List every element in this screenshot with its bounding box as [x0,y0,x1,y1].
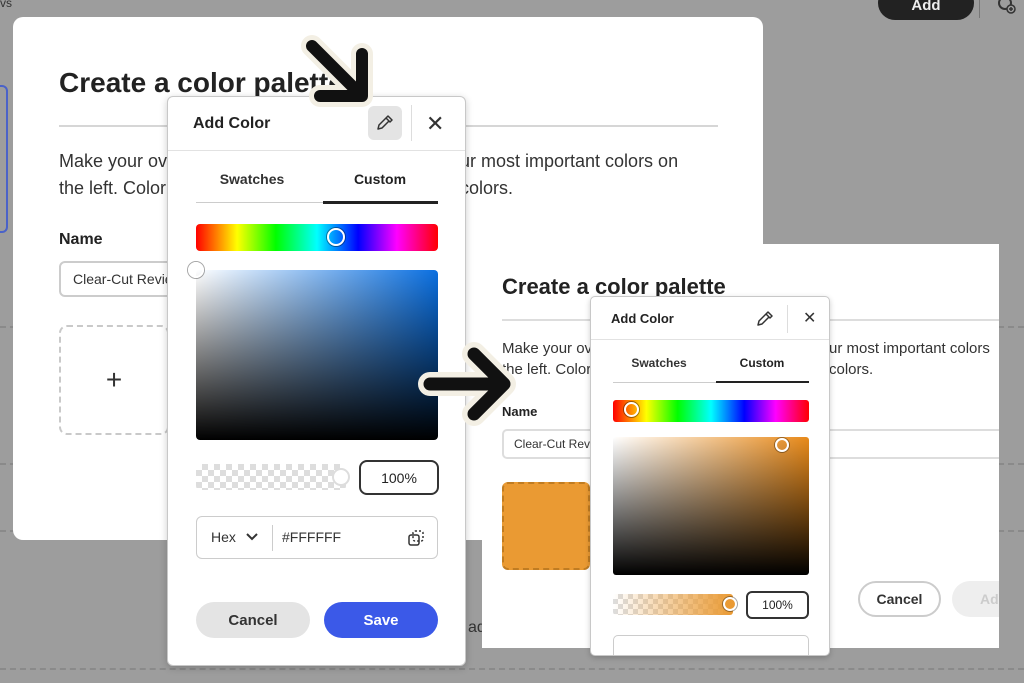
cancel-button[interactable]: Cancel [196,602,310,638]
inset-hue-slider-handle[interactable] [623,402,639,417]
inset-cancel-button[interactable]: Cancel [858,581,941,617]
header-divider [168,150,465,151]
color-picker-handle[interactable] [188,262,204,278]
description-line1-end: ur most important colors on [460,151,679,171]
inset-tab-swatches[interactable]: Swatches [613,356,705,370]
plus-icon: + [105,364,123,395]
topbar-fragment-text: vs [0,0,12,10]
inset-add-button[interactable]: Ad [952,581,999,617]
add-color-tile[interactable]: + [59,325,169,435]
description-line2-end: colors. [460,178,514,198]
inset-color-picker-handle[interactable] [775,438,789,452]
inset-hex-input-row[interactable] [613,635,809,655]
background-selected-card-edge [0,85,8,233]
inset-opacity-slider[interactable] [613,594,733,615]
inset-header-separator [787,305,788,333]
eyedropper-icon[interactable] [755,309,775,329]
annotation-arrow-down-right [301,35,373,107]
save-button[interactable]: Save [324,602,438,638]
gear-plus-icon[interactable] [996,0,1016,14]
annotation-arrow-right [418,342,516,426]
tab-swatches[interactable]: Swatches [196,171,308,187]
inset-saturation-brightness-picker[interactable] [613,437,809,575]
topbar-divider [979,0,980,18]
inset-header-divider [591,339,829,340]
inset-opacity-slider-handle[interactable] [723,597,737,611]
selected-tab-indicator [323,201,438,204]
saturation-brightness-picker[interactable] [196,270,438,440]
opacity-slider-handle[interactable] [332,468,350,486]
description-line2-start: the left. Color [59,178,167,198]
inset-tab-custom[interactable]: Custom [716,356,808,370]
orange-color-swatch[interactable] [502,482,590,570]
hex-input-row: Hex #FFFFFF [196,516,438,559]
inset-opacity-input[interactable]: 100% [746,591,809,619]
inset-selected-tab-indicator [716,381,809,383]
opacity-slider[interactable] [196,464,346,490]
popover-title: Add Color [193,115,271,132]
inset-description-line1-end: ur most important colors [829,340,990,357]
name-label: Name [59,231,103,248]
chevron-down-icon[interactable] [245,526,259,549]
close-icon[interactable]: ✕ [803,308,816,328]
close-icon[interactable]: ✕ [426,111,444,137]
hue-slider[interactable] [196,224,438,251]
color-format-select[interactable]: Hex [211,529,236,545]
description-line1-start: Make your ov [59,151,168,171]
add-button[interactable]: Add [878,0,974,20]
inset-add-color-popover: Add Color ✕ Swatches Custom 100% [590,296,830,656]
background-dashed-divider [0,668,1024,670]
inset-popover-title: Add Color [611,311,674,326]
inset-description-line2-end: colors. [829,361,874,378]
header-separator [411,105,412,141]
inset-hue-slider[interactable] [613,400,809,422]
copy-icon[interactable] [407,529,425,547]
opacity-input[interactable]: 100% [359,460,439,495]
format-separator [272,525,273,551]
hex-value-input[interactable]: #FFFFFF [282,529,341,545]
tab-custom[interactable]: Custom [323,171,437,187]
